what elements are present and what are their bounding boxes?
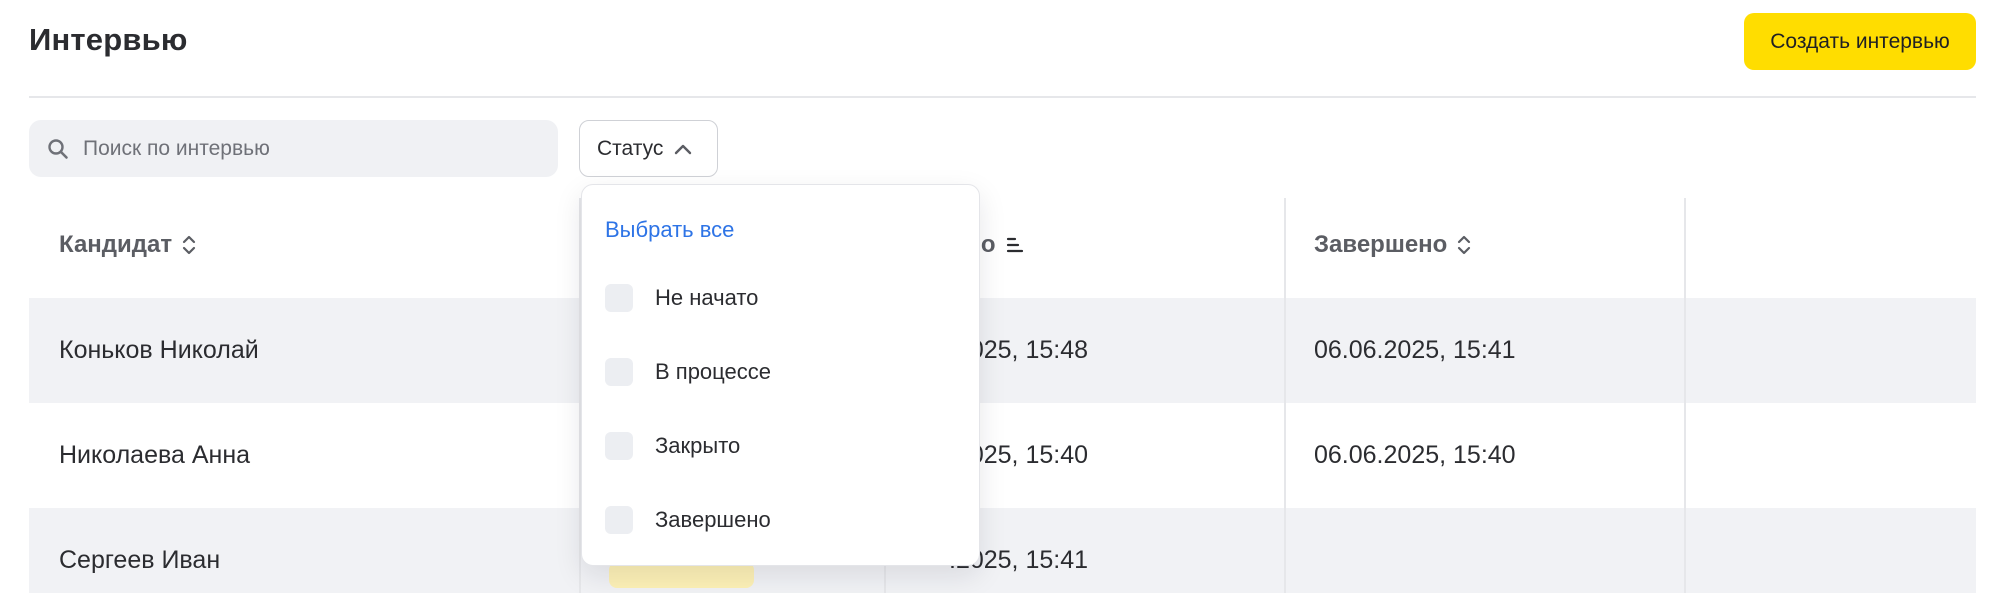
checkbox[interactable] — [605, 506, 633, 534]
status-filter-label: Статус — [597, 136, 664, 160]
status-option-in-progress[interactable]: В процессе — [605, 358, 771, 386]
column-divider — [1684, 198, 1686, 593]
search-icon — [48, 138, 68, 159]
column-header-finished[interactable]: Завершено — [1314, 231, 1471, 259]
status-option-not-started[interactable]: Не начато — [605, 284, 758, 312]
cell-finished: 06.06.2025, 15:41 — [1314, 336, 1516, 364]
status-filter-button[interactable]: Статус — [579, 120, 718, 177]
cell-candidate: Коньков Николай — [59, 336, 259, 364]
search-box[interactable] — [29, 120, 558, 177]
sort-desc-icon — [1006, 237, 1023, 253]
cell-candidate: Сергеев Иван — [59, 546, 221, 574]
status-option-closed[interactable]: Закрыто — [605, 432, 740, 460]
status-option-finished[interactable]: Завершено — [605, 506, 771, 534]
cell-candidate: Николаева Анна — [59, 441, 251, 469]
interviews-table: Кандидат …ано Завершено Коньков Николай … — [29, 198, 1976, 593]
cell-finished: 06.06.2025, 15:40 — [1314, 441, 1516, 469]
checkbox[interactable] — [605, 432, 633, 460]
checkbox[interactable] — [605, 358, 633, 386]
sort-icon — [183, 235, 196, 255]
column-divider — [1284, 198, 1286, 593]
search-input[interactable] — [83, 136, 523, 161]
column-header-candidate[interactable]: Кандидат — [59, 231, 196, 259]
page-title: Интервью — [29, 22, 188, 57]
checkbox[interactable] — [605, 284, 633, 312]
chevron-up-icon — [675, 144, 692, 154]
sort-icon — [1458, 235, 1471, 255]
select-all-link[interactable]: Выбрать все — [605, 217, 734, 243]
create-interview-button[interactable]: Создать интервью — [1744, 13, 1976, 70]
header-divider — [29, 96, 1976, 98]
status-dropdown: Выбрать все Не начато В процессе Закрыто… — [581, 184, 980, 566]
